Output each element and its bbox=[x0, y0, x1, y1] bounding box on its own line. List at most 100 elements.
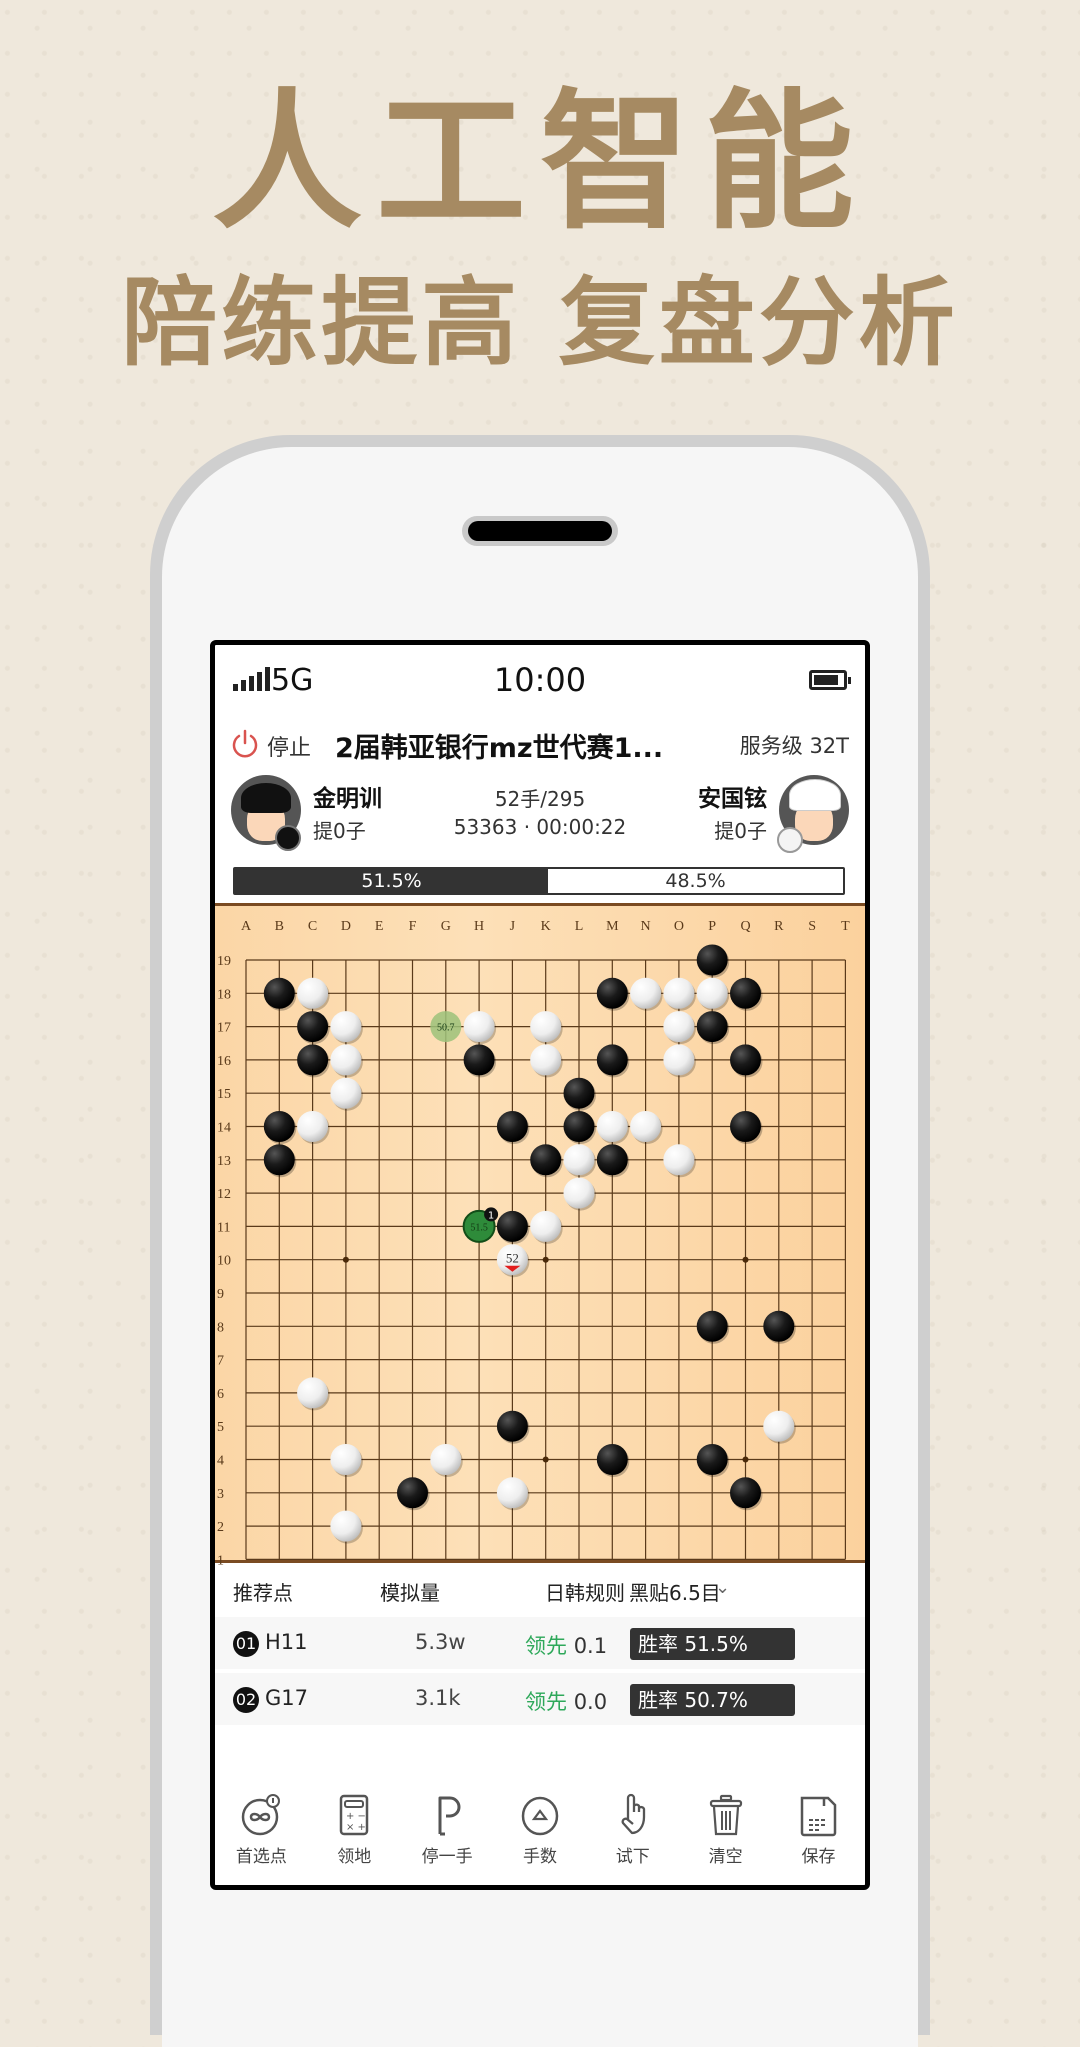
black-stone bbox=[730, 1477, 761, 1509]
black-stone bbox=[596, 1144, 628, 1176]
black-stone bbox=[596, 977, 628, 1009]
go-board[interactable]: A B C D E F G H J K L M N O P Q R S T 19 18 17 16 15 14 13 12 11 10 9… bbox=[215, 903, 865, 1566]
toolbar-try-move[interactable]: 试下 bbox=[590, 1780, 676, 1867]
battery-icon bbox=[809, 670, 851, 690]
title-bar: 停止 2届韩亚银行mz世代赛1... 服务级 32T bbox=[215, 720, 865, 770]
row-label: 19 bbox=[217, 954, 231, 969]
white-stone bbox=[663, 977, 695, 1009]
black-stone bbox=[696, 1011, 728, 1043]
column-label: B bbox=[275, 919, 284, 934]
toolbar-move-number[interactable]: 手数 bbox=[497, 1780, 583, 1867]
row-label: 13 bbox=[217, 1154, 231, 1169]
toolbar-label: 停一手 bbox=[421, 1847, 473, 1867]
row-label: 8 bbox=[217, 1320, 224, 1335]
black-stone bbox=[263, 1144, 295, 1176]
black-stone bbox=[730, 977, 761, 1009]
black-win-rate: 51.5% bbox=[235, 869, 549, 893]
white-stone bbox=[330, 1510, 362, 1542]
row-label: 7 bbox=[217, 1354, 224, 1369]
white-stone bbox=[763, 1410, 795, 1442]
white-captures: 提0子 bbox=[714, 819, 767, 843]
row-label: 16 bbox=[217, 1054, 231, 1069]
column-label: G bbox=[441, 919, 451, 934]
star-point bbox=[342, 1256, 349, 1263]
white-stone bbox=[563, 1144, 595, 1176]
suggestion-row[interactable]: 01 H11 5.3w 领先 0.1 胜率 51.5% bbox=[215, 1617, 865, 1669]
save-icon bbox=[801, 1796, 837, 1837]
suggestion-sims: 3.1k bbox=[415, 1686, 461, 1710]
black-stone bbox=[496, 1111, 528, 1142]
column-label: T bbox=[841, 919, 850, 934]
rules-select[interactable]: 日韩规则 bbox=[545, 1577, 625, 1606]
row-label: 17 bbox=[217, 1021, 231, 1036]
white-stone bbox=[696, 977, 728, 1009]
toolbar-label: 手数 bbox=[522, 1847, 557, 1867]
power-icon[interactable] bbox=[229, 728, 261, 760]
calculator-icon: + −× + bbox=[340, 1794, 369, 1836]
suggestion-row[interactable]: 02 G17 3.1k 领先 0.0 胜率 50.7% bbox=[215, 1673, 865, 1725]
black-stone bbox=[730, 1111, 761, 1142]
white-stone-icon bbox=[777, 827, 803, 853]
svg-text:× +: × + bbox=[346, 1822, 366, 1833]
toolbar-label: 首选点 bbox=[235, 1847, 287, 1867]
white-stone bbox=[330, 1444, 362, 1475]
white-stone bbox=[630, 1111, 662, 1142]
suggestion-point: H11 bbox=[265, 1630, 308, 1654]
white-stone bbox=[663, 1144, 695, 1176]
row-label: 9 bbox=[217, 1287, 224, 1302]
chevron-down-icon[interactable]: ⌄ bbox=[715, 1577, 730, 1598]
white-player-name: 安国铉 bbox=[698, 786, 767, 812]
toolbar-preferred-point[interactable]: 首选点 bbox=[218, 1780, 304, 1867]
row-label: 14 bbox=[217, 1121, 231, 1136]
white-stone bbox=[330, 1044, 362, 1076]
last-move-number: 52 bbox=[506, 1251, 519, 1266]
column-label: R bbox=[774, 919, 784, 934]
black-stone bbox=[496, 1210, 528, 1242]
toolbar-save[interactable]: 保存 bbox=[775, 1780, 861, 1867]
row-label: 3 bbox=[217, 1487, 224, 1502]
white-stone bbox=[297, 977, 329, 1009]
white-stone bbox=[530, 1011, 562, 1043]
star-point bbox=[542, 1456, 549, 1463]
column-label: S bbox=[808, 919, 816, 934]
row-label: 18 bbox=[217, 987, 231, 1002]
column-label: P bbox=[708, 919, 716, 934]
row-label: 4 bbox=[217, 1454, 224, 1469]
white-stone bbox=[530, 1210, 562, 1242]
toolbar-clear[interactable]: 清空 bbox=[683, 1780, 769, 1867]
black-stone bbox=[563, 1077, 595, 1109]
white-stone bbox=[496, 1477, 528, 1509]
white-stone bbox=[530, 1044, 562, 1076]
suggestion-lead: 领先 0.0 bbox=[525, 1690, 608, 1714]
rank-badge: 02 bbox=[233, 1687, 259, 1713]
game-title: 2届韩亚银行mz世代赛1... bbox=[335, 733, 664, 764]
infinity-icon bbox=[242, 1794, 281, 1836]
column-label: E bbox=[375, 919, 384, 934]
toolbar-label: 领地 bbox=[337, 1847, 372, 1867]
column-label: Q bbox=[740, 919, 750, 934]
suggestion-winrate-label: 51.5 bbox=[470, 1222, 488, 1233]
move-count: 52手/295 bbox=[494, 787, 586, 811]
app-screen: 5G 10:00 停止 2届韩亚银行mz世代赛1... 服务级 32T 金明训 … bbox=[210, 640, 870, 1890]
row-label: 12 bbox=[217, 1187, 231, 1202]
column-label: C bbox=[308, 919, 317, 934]
komi-select[interactable]: 黑贴6.5目 bbox=[629, 1577, 721, 1606]
column-label: O bbox=[674, 919, 684, 934]
column-label: D bbox=[341, 919, 351, 934]
toolbar-territory[interactable]: + − × + 领地 bbox=[311, 1780, 397, 1867]
toolbar-pass[interactable]: 停一手 bbox=[404, 1780, 490, 1867]
row-label: 1 bbox=[217, 1553, 224, 1566]
column-label: L bbox=[575, 919, 584, 934]
black-stone bbox=[530, 1144, 562, 1176]
suggestion-rank-label: 1 bbox=[488, 1210, 494, 1221]
board-canvas[interactable]: A B C D E F G H J K L M N O P Q R S T191817161514131211109… bbox=[215, 906, 865, 1566]
phone-speaker bbox=[462, 516, 618, 546]
white-stone bbox=[630, 977, 662, 1009]
white-stone bbox=[297, 1111, 329, 1142]
bottom-toolbar: 首选点 + − × + 领地 停一手 手数 试下 清空 保存 bbox=[215, 1780, 865, 1885]
column-label: A bbox=[241, 919, 252, 934]
service-level[interactable]: 服务级 32T bbox=[740, 730, 849, 760]
black-stone bbox=[496, 1410, 528, 1442]
star-point bbox=[742, 1456, 749, 1463]
stop-button[interactable]: 停止 bbox=[267, 730, 311, 762]
